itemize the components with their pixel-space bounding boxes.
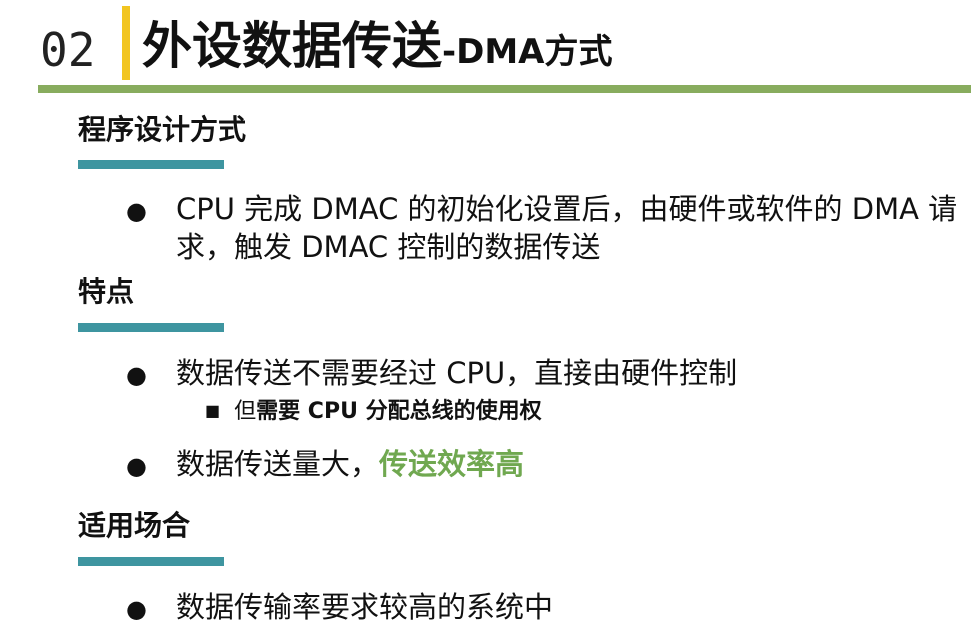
list-item-text: 数据传送量大，: [176, 447, 380, 481]
section-heading-features: 特点: [78, 275, 135, 308]
bullet-icon: ●: [126, 197, 147, 225]
bullet-icon: ●: [126, 595, 147, 623]
list-item: ● 数据传送不需要经过 CPU，直接由硬件控制: [126, 354, 966, 392]
highlight-text: 传送效率高: [379, 447, 525, 481]
list-item-text: CPU 完成 DMAC 的初始化设置后，由硬件或软件的 DMA 请求，触发 DM…: [176, 192, 958, 264]
list-item: ● CPU 完成 DMAC 的初始化设置后，由硬件或软件的 DMA 请求，触发 …: [126, 190, 966, 266]
bullet-icon: ●: [126, 361, 147, 389]
section-heading-applications: 适用场合: [78, 509, 191, 542]
sub-item-emphasis: 需要 CPU 分配总线的使用权: [256, 399, 542, 424]
sub-item-prefix: 但: [234, 399, 257, 424]
accent-bar: [122, 6, 130, 80]
page-title: 外设数据传送-DMA方式: [142, 14, 613, 84]
list-item-text: 数据传送不需要经过 CPU，直接由硬件控制: [176, 356, 738, 390]
square-bullet-icon: ■: [205, 401, 221, 420]
list-item: ● 数据传送量大，传送效率高: [126, 445, 966, 483]
section-heading-programming: 程序设计方式: [78, 113, 247, 146]
section-underline: [78, 557, 224, 566]
list-item: ● 数据传输率要求较高的系统中: [126, 588, 966, 626]
title-main: 外设数据传送: [142, 17, 442, 75]
section-underline: [78, 323, 224, 332]
header-divider: [38, 85, 971, 93]
section-number: 02: [40, 23, 96, 77]
sub-list-item: ■ 但需要 CPU 分配总线的使用权: [205, 396, 542, 427]
title-subtitle: DMA方式: [456, 32, 613, 72]
bullet-icon: ●: [126, 452, 147, 480]
list-item-text: 数据传输率要求较高的系统中: [176, 590, 554, 624]
title-separator: -: [442, 32, 457, 72]
section-underline: [78, 160, 224, 169]
